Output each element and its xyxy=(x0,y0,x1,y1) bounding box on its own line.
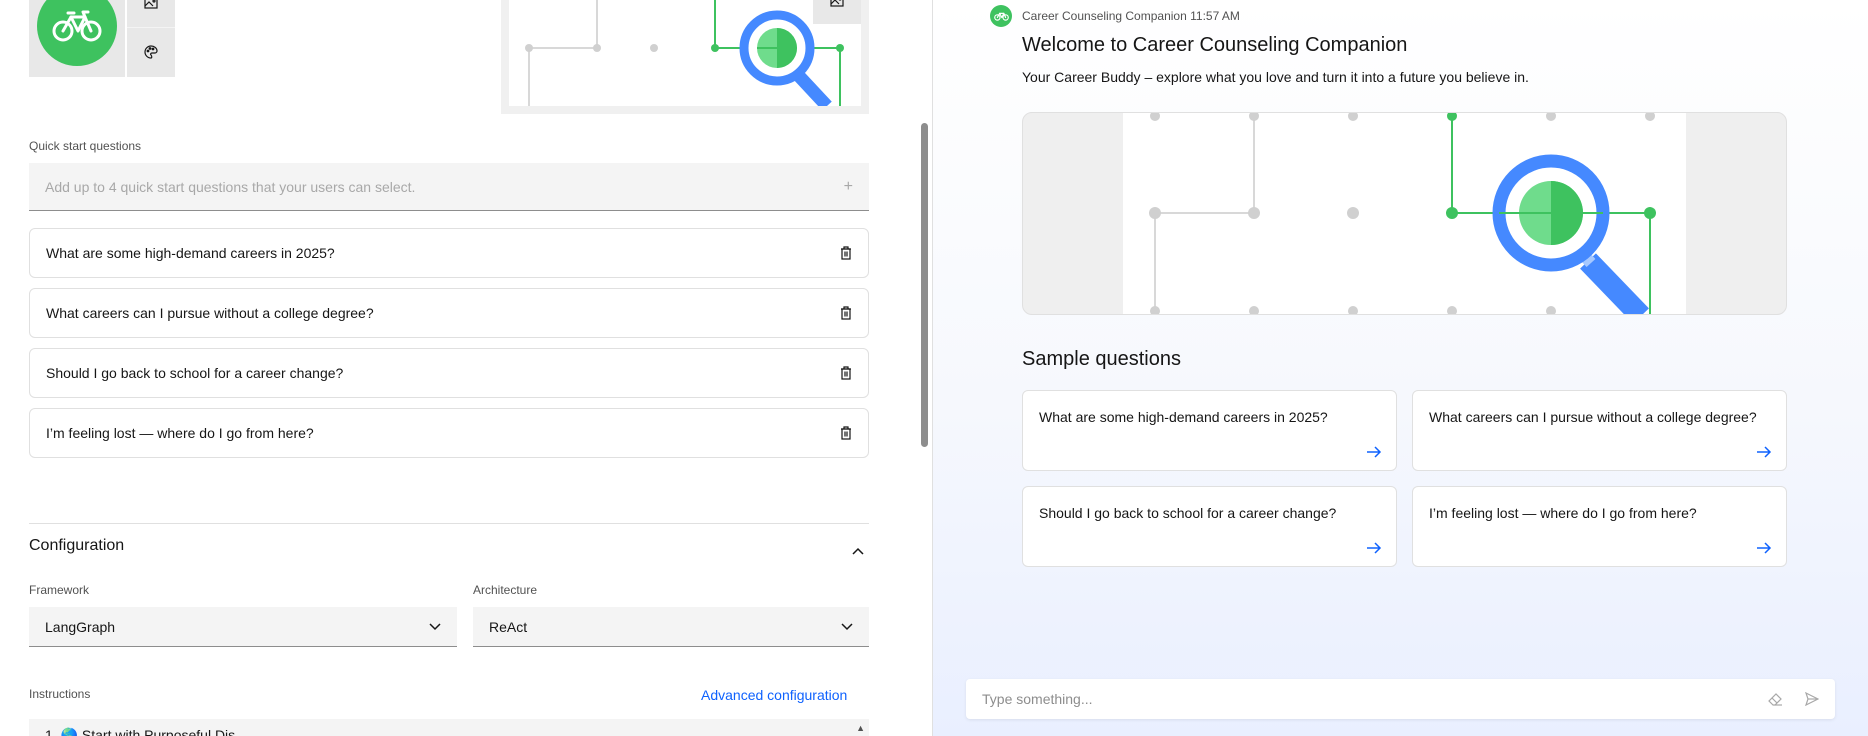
quick-start-input[interactable]: Add up to 4 quick start questions that y… xyxy=(29,163,869,211)
quick-question-text: What are some high-demand careers in 202… xyxy=(46,245,335,261)
advanced-configuration-link[interactable]: Advanced configuration xyxy=(701,687,847,703)
banner-image-preview xyxy=(501,0,869,114)
upload-image-button[interactable] xyxy=(127,0,175,27)
banner-illustration xyxy=(509,0,861,106)
trash-icon[interactable] xyxy=(840,366,852,380)
scroll-up-icon[interactable]: ▲ xyxy=(856,723,865,733)
chat-preview-panel: Career Counseling Companion 11:57 AM Wel… xyxy=(933,0,1868,736)
framework-label: Framework xyxy=(29,583,90,597)
chat-input-bar xyxy=(966,679,1835,719)
framework-value: LangGraph xyxy=(45,618,116,635)
welcome-title: Welcome to Career Counseling Companion xyxy=(1022,34,1408,56)
instructions-label: Instructions xyxy=(29,687,91,701)
chevron-up-icon[interactable] xyxy=(852,542,864,560)
framework-select[interactable]: LangGraph xyxy=(29,607,457,647)
arrow-right-icon xyxy=(1366,446,1382,458)
scrollbar-thumb[interactable] xyxy=(921,123,928,447)
architecture-select[interactable]: ReAct xyxy=(473,607,869,647)
trash-icon[interactable] xyxy=(840,306,852,320)
quick-question-text: What careers can I pursue without a coll… xyxy=(46,305,374,321)
chevron-down-icon xyxy=(429,622,441,631)
message-meta: Career Counseling Companion 11:57 AM xyxy=(1022,9,1240,23)
welcome-subtitle: Your Career Buddy – explore what you lov… xyxy=(1022,69,1529,85)
bicycle-icon xyxy=(52,10,102,42)
sample-question-card[interactable]: What are some high-demand careers in 202… xyxy=(1022,390,1397,471)
sample-question-text: What careers can I pursue without a coll… xyxy=(1429,409,1757,425)
chat-input[interactable] xyxy=(982,691,1746,707)
quick-question-item[interactable]: I’m feeling lost — where do I go from he… xyxy=(29,408,869,458)
quick-question-text: Should I go back to school for a career … xyxy=(46,365,344,381)
image-icon xyxy=(144,0,158,9)
architecture-label: Architecture xyxy=(473,583,538,597)
quick-question-item[interactable]: What careers can I pursue without a coll… xyxy=(29,288,869,338)
avatar-tools xyxy=(127,0,175,77)
change-banner-button[interactable] xyxy=(813,0,861,24)
image-icon xyxy=(830,0,844,7)
agent-avatar xyxy=(990,5,1012,27)
instructions-textarea[interactable]: 1. 🌎 Start with Purposeful Dis... ▲ xyxy=(29,719,869,736)
bicycle-avatar xyxy=(37,0,117,66)
sample-question-card[interactable]: I’m feeling lost — where do I go from he… xyxy=(1412,486,1787,567)
agent-name: Career Counseling Companion xyxy=(1022,9,1187,23)
arrow-right-icon xyxy=(1756,446,1772,458)
architecture-value: ReAct xyxy=(489,618,528,635)
send-icon[interactable] xyxy=(1805,692,1819,706)
trash-icon[interactable] xyxy=(840,246,852,260)
arrow-right-icon xyxy=(1366,542,1382,554)
sample-question-text: I’m feeling lost — where do I go from he… xyxy=(1429,505,1697,521)
change-color-button[interactable] xyxy=(127,27,175,76)
configuration-title: Configuration xyxy=(29,537,125,554)
bicycle-icon xyxy=(993,12,1009,21)
sample-question-text: What are some high-demand careers in 202… xyxy=(1039,409,1328,425)
quick-question-item[interactable]: What are some high-demand careers in 202… xyxy=(29,228,869,278)
sample-question-card[interactable]: Should I go back to school for a career … xyxy=(1022,486,1397,567)
quick-start-label: Quick start questions xyxy=(29,139,142,153)
quick-question-item[interactable]: Should I go back to school for a career … xyxy=(29,348,869,398)
section-divider xyxy=(29,523,869,524)
instructions-preview: 1. 🌎 Start with Purposeful Dis... xyxy=(45,727,247,736)
agent-avatar-tile[interactable] xyxy=(29,0,125,77)
eraser-icon[interactable] xyxy=(1768,692,1783,706)
sample-questions-title: Sample questions xyxy=(1022,348,1181,370)
banner-illustration xyxy=(1123,113,1686,314)
chevron-down-icon xyxy=(841,622,853,631)
welcome-banner xyxy=(1022,112,1787,315)
quick-question-text: I’m feeling lost — where do I go from he… xyxy=(46,425,314,441)
message-timestamp: 11:57 AM xyxy=(1190,9,1240,23)
agent-config-panel: Quick start questions Add up to 4 quick … xyxy=(0,0,932,736)
palette-icon xyxy=(144,45,158,59)
arrow-right-icon xyxy=(1756,542,1772,554)
trash-icon[interactable] xyxy=(840,426,852,440)
quick-start-placeholder: Add up to 4 quick start questions that y… xyxy=(45,178,416,195)
sample-question-card[interactable]: What careers can I pursue without a coll… xyxy=(1412,390,1787,471)
sample-question-text: Should I go back to school for a career … xyxy=(1039,505,1337,521)
plus-icon[interactable]: + xyxy=(844,178,853,196)
